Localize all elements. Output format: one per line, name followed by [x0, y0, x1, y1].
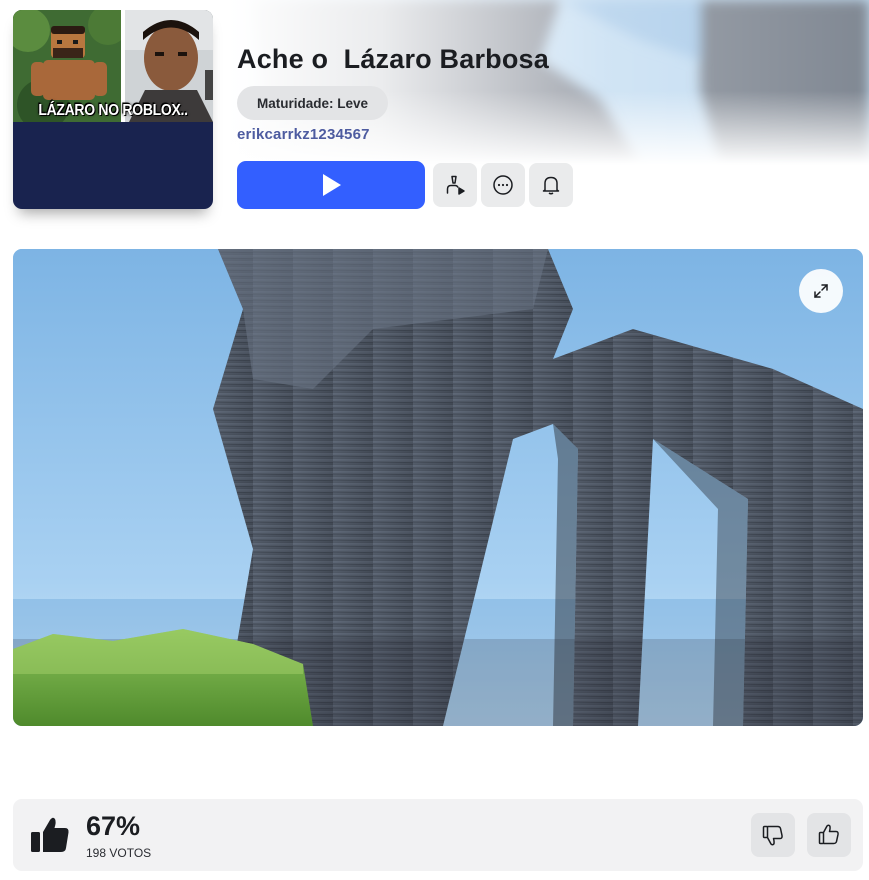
invite-friend-button[interactable]	[433, 163, 477, 207]
rating-votes: 198 VOTOS	[86, 846, 151, 860]
downvote-button[interactable]	[751, 813, 795, 857]
notification-bell-button[interactable]	[529, 163, 573, 207]
votes-label: VOTOS	[109, 846, 152, 860]
expand-icon	[814, 284, 828, 298]
creator-link[interactable]: erikcarrkz1234567	[237, 126, 370, 143]
invite-friend-icon	[446, 175, 465, 195]
screenshot-scene	[13, 249, 863, 726]
thumbs-up-icon	[31, 817, 69, 852]
game-title: Ache o Lázaro Barbosa	[237, 44, 549, 74]
more-options-icon	[493, 175, 513, 195]
expand-button[interactable]	[799, 269, 843, 313]
notification-bell-icon	[542, 176, 560, 195]
thumbs-down-icon	[762, 825, 783, 846]
play-button[interactable]	[237, 161, 425, 209]
game-screenshot[interactable]	[13, 249, 863, 726]
upvote-button[interactable]	[807, 813, 851, 857]
rating-panel: 67% 198 VOTOS	[13, 799, 863, 871]
more-options-button[interactable]	[481, 163, 525, 207]
thumbs-up-outline-icon	[818, 824, 839, 845]
thumbnail-caption: LÁZARO NO ROBLOX..	[38, 99, 188, 119]
maturity-badge[interactable]: Maturidade: Leve	[237, 86, 388, 120]
rating-percentage: 67%	[86, 811, 141, 841]
votes-count: 198	[86, 846, 107, 860]
game-thumbnail: LÁZARO NO ROBLOX..	[13, 10, 213, 209]
play-icon	[323, 174, 341, 196]
